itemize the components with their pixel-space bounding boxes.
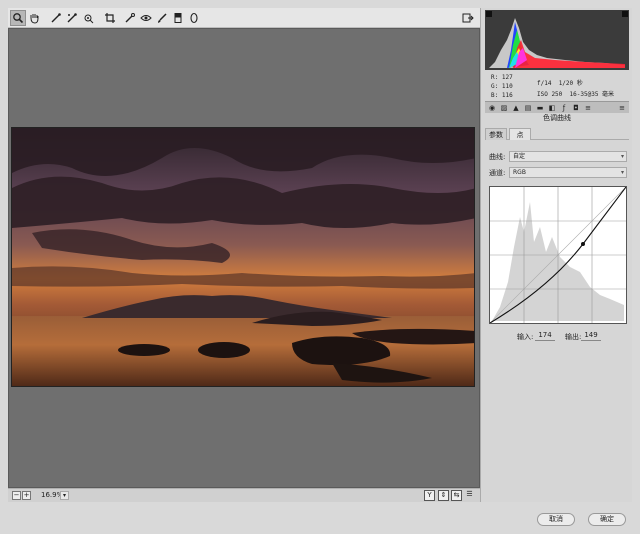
hsl-tab-icon[interactable]: ▤ bbox=[523, 103, 533, 113]
zoom-in-button[interactable]: + bbox=[22, 491, 31, 500]
channel-value: RGB bbox=[513, 169, 526, 176]
canvas-status-bar: − + 16.9% ▾ Y ⇕ ⇆ ☰ bbox=[8, 488, 480, 502]
open-preferences-icon[interactable] bbox=[460, 10, 476, 26]
output-label: 输出: bbox=[565, 333, 582, 341]
tab-parametric[interactable]: 参数 bbox=[485, 128, 507, 140]
split-toning-tab-icon[interactable]: ▬ bbox=[535, 103, 545, 113]
highlight-clipping-icon[interactable] bbox=[622, 11, 628, 17]
adjustments-panel: R: 127 G: 110 B: 116 f/14 1/20 秒 ISO 250… bbox=[480, 8, 632, 502]
graduated-filter-tool-icon[interactable] bbox=[170, 10, 186, 26]
lens: 16-35@35 毫米 bbox=[569, 91, 615, 98]
histogram bbox=[485, 10, 629, 70]
panel-menu-icon[interactable]: ≡ bbox=[617, 103, 627, 113]
cancel-button[interactable]: 取消 bbox=[537, 513, 575, 526]
adjustment-brush-tool-icon[interactable] bbox=[154, 10, 170, 26]
camera-calibration-tab-icon[interactable]: ◘ bbox=[571, 103, 581, 113]
input-label: 输入: bbox=[517, 333, 534, 341]
shadow-clipping-icon[interactable] bbox=[486, 11, 492, 17]
lens-tab-icon[interactable]: ◧ bbox=[547, 103, 557, 113]
preview-settings-icon[interactable]: ☰ bbox=[464, 490, 475, 501]
targeted-adjust-tool-icon[interactable] bbox=[80, 10, 96, 26]
curve-label: 曲线: bbox=[489, 153, 506, 161]
tone-curve-tab-icon[interactable]: ▨ bbox=[499, 103, 509, 113]
shutter-speed: 1/20 秒 bbox=[558, 80, 583, 87]
r-value: 127 bbox=[501, 74, 513, 81]
chevron-down-icon: ▾ bbox=[620, 153, 624, 160]
hand-tool-icon[interactable] bbox=[26, 10, 42, 26]
zoom-tool-icon[interactable] bbox=[10, 10, 26, 26]
g-label: G: bbox=[491, 83, 499, 90]
r-label: R: bbox=[491, 74, 499, 81]
detail-tab-icon[interactable]: ▲ bbox=[511, 103, 521, 113]
basic-tab-icon[interactable]: ◉ bbox=[487, 103, 497, 113]
section-title: 色调曲线 bbox=[543, 114, 571, 122]
view-y-button[interactable]: Y bbox=[424, 490, 435, 501]
sunset-photo[interactable] bbox=[11, 127, 475, 387]
red-eye-tool-icon[interactable] bbox=[138, 10, 154, 26]
iso: ISO 250 bbox=[537, 91, 563, 98]
readout-area: R: 127 G: 110 B: 116 f/14 1/20 秒 ISO 250… bbox=[485, 72, 629, 102]
white-balance-tool-icon[interactable] bbox=[48, 10, 64, 26]
channel-select[interactable]: RGB ▾ bbox=[509, 167, 627, 178]
curve-preset-value: 自定 bbox=[513, 153, 526, 160]
output-field[interactable]: 149 bbox=[581, 330, 601, 341]
presets-tab-icon[interactable]: ≡ bbox=[583, 103, 593, 113]
color-sampler-tool-icon[interactable] bbox=[64, 10, 80, 26]
input-field[interactable]: 174 bbox=[535, 330, 555, 341]
aperture: f/14 bbox=[537, 80, 552, 87]
curve-mode-tabs: 参数 点 bbox=[485, 126, 629, 140]
tab-point[interactable]: 点 bbox=[509, 128, 531, 140]
tone-curve-graph[interactable] bbox=[489, 186, 627, 324]
b-value: 116 bbox=[501, 92, 513, 99]
zoom-dropdown-icon[interactable]: ▾ bbox=[60, 491, 69, 500]
spot-removal-tool-icon[interactable] bbox=[122, 10, 138, 26]
curve-point[interactable] bbox=[581, 242, 585, 246]
panel-tab-strip: ◉ ▨ ▲ ▤ ▬ ◧ ƒ ◘ ≡ ≡ bbox=[485, 101, 629, 113]
channel-label: 通道: bbox=[489, 169, 506, 177]
tool-toolbar bbox=[8, 8, 480, 28]
zoom-out-button[interactable]: − bbox=[12, 491, 21, 500]
crop-tool-icon[interactable] bbox=[102, 10, 118, 26]
g-value: 110 bbox=[501, 83, 513, 90]
before-after-toggle-icon[interactable]: ⇕ bbox=[438, 490, 449, 501]
curve-preset-select[interactable]: 自定 ▾ bbox=[509, 151, 627, 162]
b-label: B: bbox=[491, 92, 499, 99]
radial-filter-tool-icon[interactable] bbox=[186, 10, 202, 26]
fx-tab-icon[interactable]: ƒ bbox=[559, 103, 569, 113]
ok-button[interactable]: 确定 bbox=[588, 513, 626, 526]
chevron-down-icon: ▾ bbox=[620, 169, 624, 176]
swap-settings-icon[interactable]: ⇆ bbox=[451, 490, 462, 501]
